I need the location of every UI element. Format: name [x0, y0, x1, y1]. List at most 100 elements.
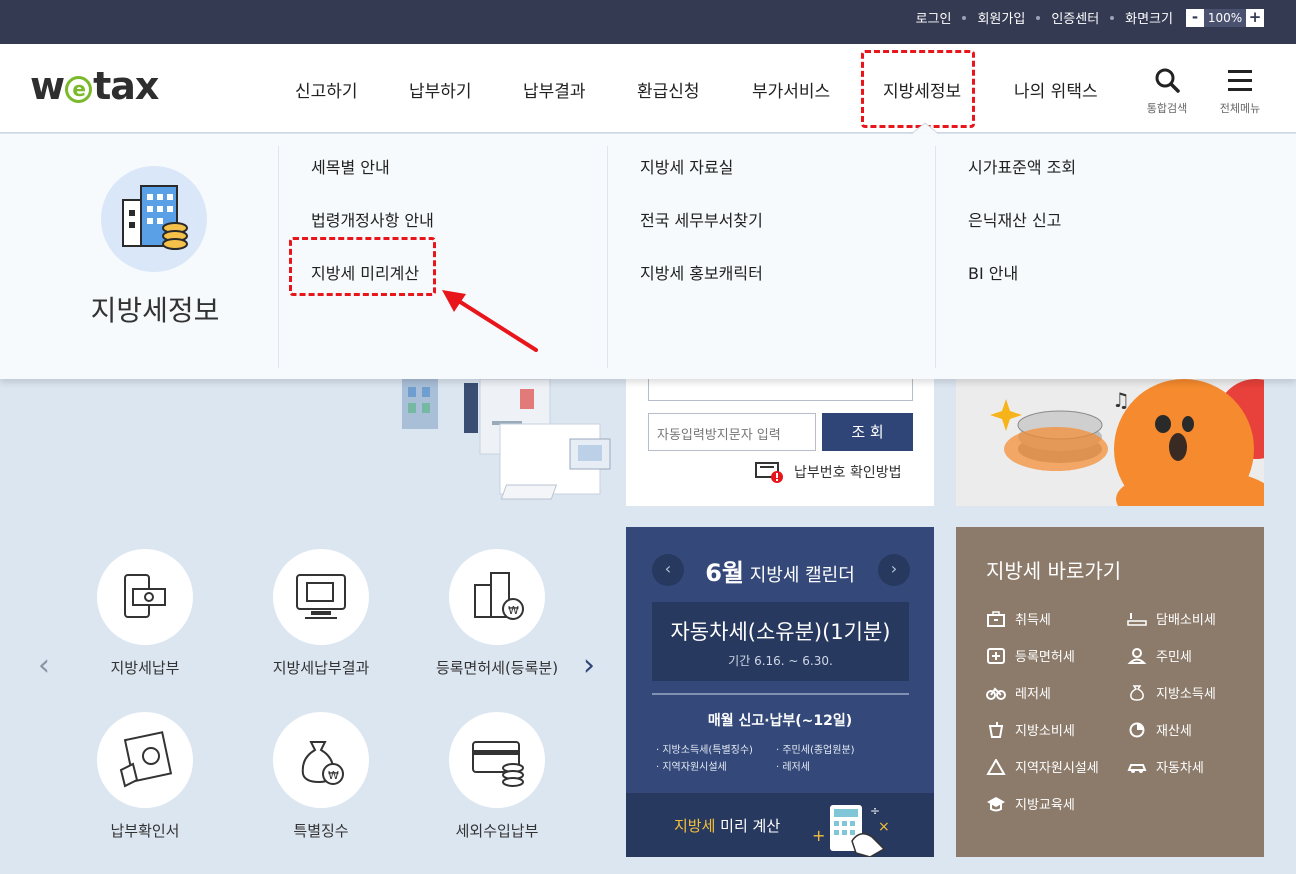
mascot-illustration: ♫: [956, 379, 1264, 506]
screen-size-label: 화면크기: [1125, 12, 1173, 27]
shortcut-regional-resource-facility-tax[interactable]: 지역자원시설세: [986, 757, 1099, 776]
monthly-item: · 레저세: [776, 762, 810, 773]
shortcut-automobile-tax[interactable]: 자동차세: [1127, 757, 1204, 776]
quick-circle: [97, 549, 193, 645]
quick-circle: [97, 712, 193, 808]
shortcut-local-education-tax[interactable]: 지방교육세: [986, 794, 1075, 813]
calendar-title-text: 지방세 캘린더: [743, 565, 855, 586]
tax-precalc-highlight: 지방세: [674, 817, 716, 835]
zoom-in-button[interactable]: +: [1246, 8, 1264, 27]
zoom-control: - 100% +: [1186, 8, 1264, 27]
menu-local-tax-archive[interactable]: 지방세 자료실: [640, 154, 733, 178]
shortcut-acquisition-tax[interactable]: 취득세: [986, 609, 1051, 628]
shortcut-title: 지방세 바로가기: [986, 559, 1122, 583]
monitor-folder-icon: [296, 574, 346, 619]
quick-non-tax-revenue-payment[interactable]: 세외수입납부: [409, 712, 585, 841]
all-menu-button[interactable]: 전체메뉴: [1212, 67, 1268, 116]
shortcut-property-tax[interactable]: 재산세: [1127, 720, 1192, 739]
gnb-refund[interactable]: 환급신청: [637, 77, 700, 102]
car-icon: [1127, 763, 1147, 773]
menu-tax-office-finder[interactable]: 전국 세무부서찾기: [640, 207, 763, 231]
shortcut-label: 재산세: [1156, 724, 1192, 739]
tax-precalc-rest: 미리 계산: [715, 817, 781, 835]
monthly-item: · 주민세(종업원분): [776, 745, 855, 756]
quick-registration-license-tax[interactable]: ₩ 등록면허세(등록분): [409, 549, 585, 678]
gnb-my-wetax[interactable]: 나의 위택스: [1014, 77, 1098, 102]
quick-circle: ₩: [449, 549, 545, 645]
hamburger-icon: [1228, 70, 1252, 91]
shortcut-label: 레저세: [1015, 687, 1051, 702]
monthly-item-text: 주민세(종업원분): [782, 745, 855, 756]
shortcut-label: 지방소비세: [1015, 724, 1075, 739]
shortcut-resident-tax[interactable]: 주민세: [1127, 646, 1192, 665]
menu-bi-guide[interactable]: BI 안내: [968, 260, 1018, 284]
integrated-search-button[interactable]: 통합검색: [1140, 67, 1194, 116]
monthly-item-text: 레저세: [782, 762, 810, 773]
logo-e-icon: e: [65, 75, 93, 103]
calendar-featured-tax[interactable]: 자동차세(소유분)(1기분) 기간 6.16. ~ 6.30.: [652, 602, 909, 681]
wetax-logo[interactable]: w e tax: [30, 64, 159, 108]
monthly-item-text: 지역자원시설세: [662, 762, 727, 773]
gnb-payment[interactable]: 납부하기: [409, 77, 472, 102]
bicycle-icon: [986, 686, 1006, 700]
menu-standard-value-lookup[interactable]: 시가표준액 조회: [968, 154, 1076, 178]
payment-number-help-link[interactable]: 납부번호 확인방법: [754, 461, 902, 483]
column-divider: [607, 146, 608, 368]
menu-hidden-property-report[interactable]: 은닉재산 신고: [968, 207, 1061, 231]
svg-text:₩: ₩: [328, 769, 339, 782]
quick-local-tax-payment-result[interactable]: 지방세납부결과: [233, 549, 409, 678]
menu-promo-character[interactable]: 지방세 홍보캐릭터: [640, 260, 763, 284]
quick-circle: ₩: [273, 712, 369, 808]
menu-law-revision-guide[interactable]: 법령개정사항 안내: [311, 207, 434, 231]
mega-menu-dropdown: 지방세정보 세목별 안내 법령개정사항 안내 지방세 미리계산 지방세 자료실 …: [0, 134, 1296, 379]
cert-center-link[interactable]: 인증센터: [1051, 8, 1099, 27]
featured-tax-period: 기간 6.16. ~ 6.30.: [728, 654, 833, 668]
join-link[interactable]: 회원가입: [977, 8, 1025, 27]
gnb-file-return[interactable]: 신고하기: [295, 77, 358, 102]
menu-tax-item-guide[interactable]: 세목별 안내: [311, 154, 390, 178]
person-icon: [1127, 647, 1147, 664]
gnb-extra-services[interactable]: 부가서비스: [752, 77, 830, 102]
payment-number-help-text: 납부번호 확인방법: [794, 465, 902, 481]
separator-dot: [962, 15, 967, 20]
zoom-out-button[interactable]: -: [1186, 8, 1204, 27]
local-tax-calendar: ‹ › 6월 지방세 캘린더 자동차세(소유분)(1기분) 기간 6.16. ~…: [626, 527, 934, 857]
calculator-hand-icon: + ÷ ×: [812, 804, 890, 857]
annotation-arrow-icon: [442, 290, 538, 352]
shortcut-local-income-tax[interactable]: 지방소득세: [1127, 683, 1216, 702]
separator-dot: [1036, 15, 1041, 20]
quick-circle: [449, 712, 545, 808]
tax-precalc-link[interactable]: 지방세 미리 계산 + ÷ ×: [626, 793, 934, 857]
shortcut-local-consumption-tax[interactable]: 지방소비세: [986, 720, 1075, 739]
promo-banner[interactable]: ♫: [956, 379, 1264, 506]
quick-menu-prev-arrow[interactable]: ‹: [38, 648, 50, 683]
shortcut-label: 등록면허세: [1015, 650, 1075, 665]
recycle-icon: [986, 758, 1006, 775]
quick-special-collection[interactable]: ₩ 특별징수: [233, 712, 409, 841]
quick-payment-certificate[interactable]: 납부확인서: [57, 712, 233, 841]
cigarette-icon: [1127, 612, 1147, 626]
card-coins-icon: [472, 741, 524, 787]
quick-circle: [273, 549, 369, 645]
dropdown-pointer-icon: [910, 122, 940, 135]
quick-label: 지방세납부: [110, 659, 180, 677]
quick-local-tax-payment[interactable]: 지방세납부: [57, 549, 233, 678]
category-icon-circle: [101, 166, 207, 272]
building-coins-icon: [122, 185, 188, 250]
column-divider: [278, 146, 279, 368]
quick-label: 세외수입납부: [455, 822, 539, 840]
payment-number-input[interactable]: [648, 379, 913, 401]
svg-text:+: +: [812, 826, 825, 845]
office-illustration: [402, 379, 611, 500]
divider: [652, 693, 909, 695]
login-link[interactable]: 로그인: [916, 8, 952, 27]
shortcut-registration-license-tax[interactable]: 등록면허세: [986, 646, 1075, 665]
shortcut-tobacco-consumption-tax[interactable]: 담배소비세: [1127, 609, 1216, 628]
query-button[interactable]: 조 회: [822, 413, 913, 451]
building-coin-icon: ₩: [474, 572, 524, 620]
captcha-input[interactable]: 자동입력방지문자 입력: [648, 413, 816, 451]
gnb-payment-result[interactable]: 납부결과: [523, 77, 586, 102]
shortcut-label: 자동차세: [1156, 761, 1204, 776]
integrated-search-label: 통합검색: [1146, 102, 1188, 115]
shortcut-leisure-tax[interactable]: 레저세: [986, 683, 1051, 702]
